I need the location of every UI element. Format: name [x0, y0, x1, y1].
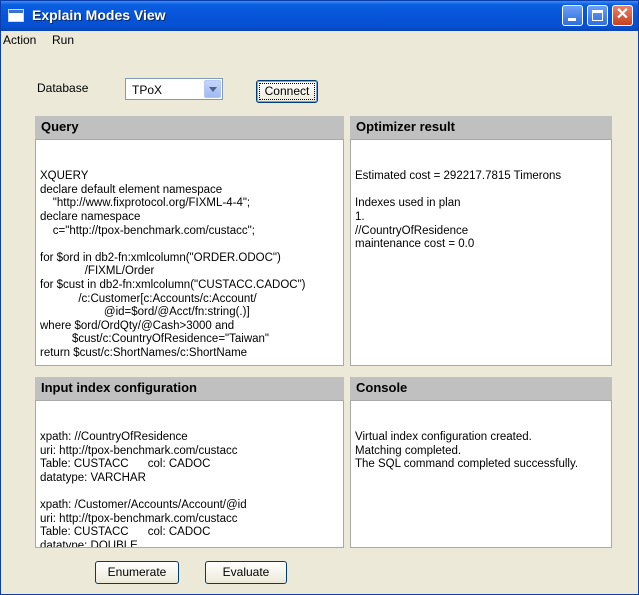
- enumerate-button[interactable]: Enumerate: [95, 561, 179, 584]
- maximize-icon: [592, 10, 603, 21]
- minimize-icon: [568, 18, 576, 21]
- query-panel: Query XQUERY declare default element name…: [35, 116, 344, 366]
- title-bar[interactable]: Explain Modes View ✕: [1, 1, 638, 31]
- menu-bar: Action Run: [1, 31, 638, 50]
- console-output[interactable]: Virtual index configuration created. Matc…: [350, 400, 612, 548]
- optimizer-line: //CountryOfResidence: [355, 224, 469, 237]
- minimize-button[interactable]: [562, 5, 583, 26]
- index-line: Table: CUSTACC col: CADOC: [40, 458, 211, 471]
- query-line: [40, 238, 343, 252]
- index-line: datatype: DOUBLE: [40, 539, 138, 548]
- query-line: @id=$ord/@Acct/fn:string(.)]: [40, 306, 250, 319]
- evaluate-button[interactable]: Evaluate: [205, 561, 287, 584]
- query-line: for $cust in db2-fn:xmlcolumn("CUSTACC.C…: [40, 278, 306, 291]
- close-icon: ✕: [615, 6, 630, 23]
- query-panel-title: Query: [35, 116, 344, 139]
- console-line: Virtual index configuration created.: [355, 431, 532, 444]
- console-panel-title: Console: [350, 377, 612, 400]
- optimizer-line: 1.: [355, 210, 365, 223]
- query-line: /c:Customer[c:Accounts/c:Account/: [40, 292, 257, 305]
- console-panel: Console Virtual index configuration crea…: [350, 377, 612, 548]
- index-line: uri: http://tpox-benchmark.com/custacc: [40, 512, 238, 525]
- index-line: Table: CUSTACC col: CADOC: [40, 526, 211, 539]
- database-selected-value: TPoX: [132, 83, 163, 97]
- optimizer-output[interactable]: Estimated cost = 292217.7815 Timerons In…: [350, 139, 612, 366]
- database-label: Database: [37, 81, 89, 95]
- query-line: /FIXML/Order: [40, 265, 155, 278]
- app-window: Explain Modes View ✕ Action Run Database…: [0, 0, 639, 595]
- index-line: xpath: /Customer/Accounts/Account/@id: [40, 499, 247, 512]
- query-line: $cust/c:CountryOfResidence="Taiwan": [40, 333, 270, 346]
- menu-action[interactable]: Action: [3, 33, 36, 47]
- query-line: c="http://tpox-benchmark.com/custacc";: [40, 224, 255, 237]
- index-line: [40, 486, 343, 500]
- query-line: return $cust/c:ShortNames/c:ShortName: [40, 346, 248, 359]
- maximize-button[interactable]: [587, 5, 608, 26]
- close-button[interactable]: ✕: [612, 5, 633, 26]
- optimizer-line: [355, 184, 611, 198]
- query-textarea[interactable]: XQUERY declare default element namespace …: [35, 139, 344, 366]
- index-line: datatype: VARCHAR: [40, 471, 146, 484]
- window-icon: [8, 9, 24, 22]
- optimizer-panel: Optimizer result Estimated cost = 292217…: [350, 116, 612, 366]
- database-select[interactable]: TPoX: [125, 78, 223, 100]
- optimizer-line: maintenance cost = 0.0: [355, 238, 475, 251]
- optimizer-panel-title: Optimizer result: [350, 116, 612, 139]
- chevron-down-icon[interactable]: [204, 80, 221, 98]
- input-index-panel-title: Input index configuration: [35, 377, 344, 400]
- query-line: for $ord in db2-fn:xmlcolumn("ORDER.ODOC…: [40, 251, 281, 264]
- query-line: where $ord/OrdQty/@Cash>3000 and: [40, 319, 235, 332]
- query-line: XQUERY: [40, 170, 89, 183]
- index-line: xpath: //CountryOfResidence: [40, 431, 188, 444]
- menu-run[interactable]: Run: [52, 33, 74, 47]
- optimizer-line: Estimated cost = 292217.7815 Timerons: [355, 170, 562, 183]
- optimizer-line: Indexes used in plan: [355, 197, 461, 210]
- window-title: Explain Modes View: [32, 7, 166, 23]
- console-line: Matching completed.: [355, 444, 462, 457]
- input-index-textarea[interactable]: xpath: //CountryOfResidence uri: http://t…: [35, 400, 344, 548]
- console-line: The SQL command completed successfully.: [355, 458, 579, 471]
- query-line: declare default element namespace: [40, 183, 223, 196]
- connect-button[interactable]: Connect: [256, 80, 318, 103]
- input-index-panel: Input index configuration xpath: //Count…: [35, 377, 344, 548]
- query-line: declare namespace: [40, 210, 141, 223]
- query-line: "http://www.fixprotocol.org/FIXML-4-4";: [40, 197, 251, 210]
- index-line: uri: http://tpox-benchmark.com/custacc: [40, 444, 238, 457]
